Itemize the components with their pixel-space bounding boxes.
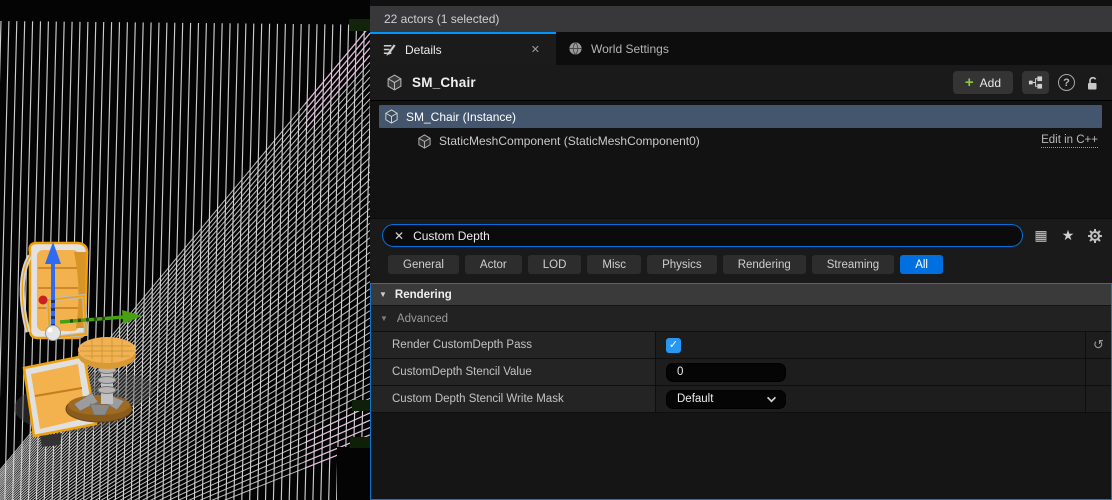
checkmark-icon: ✓ <box>669 340 678 351</box>
cube-icon <box>417 134 432 149</box>
stencil-value-input[interactable] <box>666 363 786 382</box>
add-component-button[interactable]: + Add <box>953 71 1013 94</box>
grid-corner-cut <box>337 447 370 500</box>
help-icon[interactable]: ? <box>1058 74 1075 91</box>
display-options-icon[interactable]: ▦ <box>1032 227 1050 244</box>
gizmo-x-axis-handle <box>39 296 48 305</box>
foliage-patch-bottom <box>350 437 370 448</box>
property-label: Render CustomDepth Pass <box>371 332 655 358</box>
component-label: StaticMeshComponent (StaticMeshComponent… <box>439 134 700 148</box>
caret-down-icon: ▼ <box>379 290 387 299</box>
property-label: CustomDepth Stencil Value <box>371 359 655 385</box>
actor-count-bar: 22 actors (1 selected) <box>370 6 1112 32</box>
details-pencil-icon <box>382 42 397 57</box>
gizmo-center-handle[interactable] <box>46 326 61 341</box>
details-panel: 22 actors (1 selected) Details ✕ World S… <box>370 0 1112 500</box>
plus-icon: + <box>965 75 974 90</box>
clear-search-icon[interactable]: ✕ <box>394 229 404 243</box>
edit-in-cpp-link[interactable]: Edit in C++ <box>1041 134 1098 148</box>
close-tab-icon[interactable]: ✕ <box>527 41 544 58</box>
globe-icon <box>568 41 583 56</box>
write-mask-dropdown[interactable]: Default <box>666 390 786 409</box>
component-tree: SM_Chair (Instance) StaticMeshComponent … <box>370 100 1112 218</box>
settings-gear-icon[interactable] <box>1086 228 1104 244</box>
page-title: SM_Chair <box>412 75 476 90</box>
hierarchy-icon <box>1028 75 1043 90</box>
property-row-customdepth-stencil-value: CustomDepth Stencil Value <box>371 358 1111 385</box>
foliage-patch-top <box>349 19 370 31</box>
section-empty-area <box>371 412 1111 499</box>
reset-to-default-icon[interactable]: ↺ <box>1093 337 1104 353</box>
static-mesh-cube-icon <box>386 74 403 91</box>
actor-count-text: 22 actors (1 selected) <box>384 12 499 26</box>
property-row-stencil-write-mask: Custom Depth Stencil Write Mask Default <box>371 385 1111 412</box>
unreal-editor: 22 actors (1 selected) Details ✕ World S… <box>0 0 1112 500</box>
property-value-cell: Default <box>656 386 1086 412</box>
help-glyph: ? <box>1063 77 1070 89</box>
property-value-cell <box>656 359 1086 385</box>
details-header: SM_Chair + Add ? <box>370 65 1112 100</box>
foliage-patch-mid <box>352 400 370 411</box>
filter-actor[interactable]: Actor <box>465 255 522 274</box>
dropdown-selected-value: Default <box>677 393 713 405</box>
property-value-cell: ✓ <box>656 332 1086 358</box>
tab-details[interactable]: Details ✕ <box>370 32 556 65</box>
filter-streaming[interactable]: Streaming <box>812 255 894 274</box>
reset-cell: ↺ <box>1086 332 1111 358</box>
component-label: SM_Chair (Instance) <box>406 110 516 124</box>
filter-lod[interactable]: LOD <box>528 255 582 274</box>
search-input[interactable] <box>413 229 1022 243</box>
filter-physics[interactable]: Physics <box>647 255 717 274</box>
tab-bar: Details ✕ World Settings <box>370 32 1112 65</box>
viewport-canvas[interactable] <box>0 0 370 500</box>
category-header-rendering[interactable]: ▼ Rendering <box>371 284 1111 305</box>
search-box[interactable]: ✕ <box>382 224 1023 247</box>
category-filter-row: General Actor LOD Misc Physics Rendering… <box>370 252 1112 283</box>
render-customdepth-checkbox[interactable]: ✓ <box>666 338 681 353</box>
tab-details-label: Details <box>405 43 442 57</box>
advanced-subsection-header[interactable]: ▼ Advanced <box>371 305 1111 331</box>
chevron-down-icon <box>766 396 777 403</box>
property-row-render-customdepth-pass: Render CustomDepth Pass ✓ ↺ <box>371 331 1111 358</box>
tab-world-settings-label: World Settings <box>591 42 669 56</box>
filter-rendering[interactable]: Rendering <box>723 255 806 274</box>
favorites-star-icon[interactable]: ★ <box>1059 227 1077 244</box>
reset-cell <box>1086 386 1111 412</box>
add-button-label: Add <box>980 76 1001 90</box>
filter-general[interactable]: General <box>388 255 459 274</box>
subsection-title: Advanced <box>397 313 448 325</box>
header-actions: + Add ? <box>953 71 1100 94</box>
cube-icon <box>384 109 399 124</box>
component-row-static-mesh[interactable]: StaticMeshComponent (StaticMeshComponent… <box>370 129 1112 153</box>
browse-hierarchy-button[interactable] <box>1022 71 1049 94</box>
filter-all[interactable]: All <box>900 255 943 274</box>
filter-misc[interactable]: Misc <box>587 255 641 274</box>
search-row: ✕ ▦ ★ <box>370 218 1112 252</box>
category-title: Rendering <box>395 289 452 301</box>
tab-world-settings[interactable]: World Settings <box>556 32 681 65</box>
viewport[interactable] <box>0 0 370 500</box>
rendering-section: ▼ Rendering ▼ Advanced Render CustomDept… <box>370 283 1112 500</box>
caret-down-icon: ▼ <box>380 314 388 323</box>
reset-cell <box>1086 359 1111 385</box>
property-label: Custom Depth Stencil Write Mask <box>371 386 655 412</box>
component-row-sm-chair[interactable]: SM_Chair (Instance) <box>379 105 1102 128</box>
unlock-icon[interactable] <box>1084 75 1100 91</box>
